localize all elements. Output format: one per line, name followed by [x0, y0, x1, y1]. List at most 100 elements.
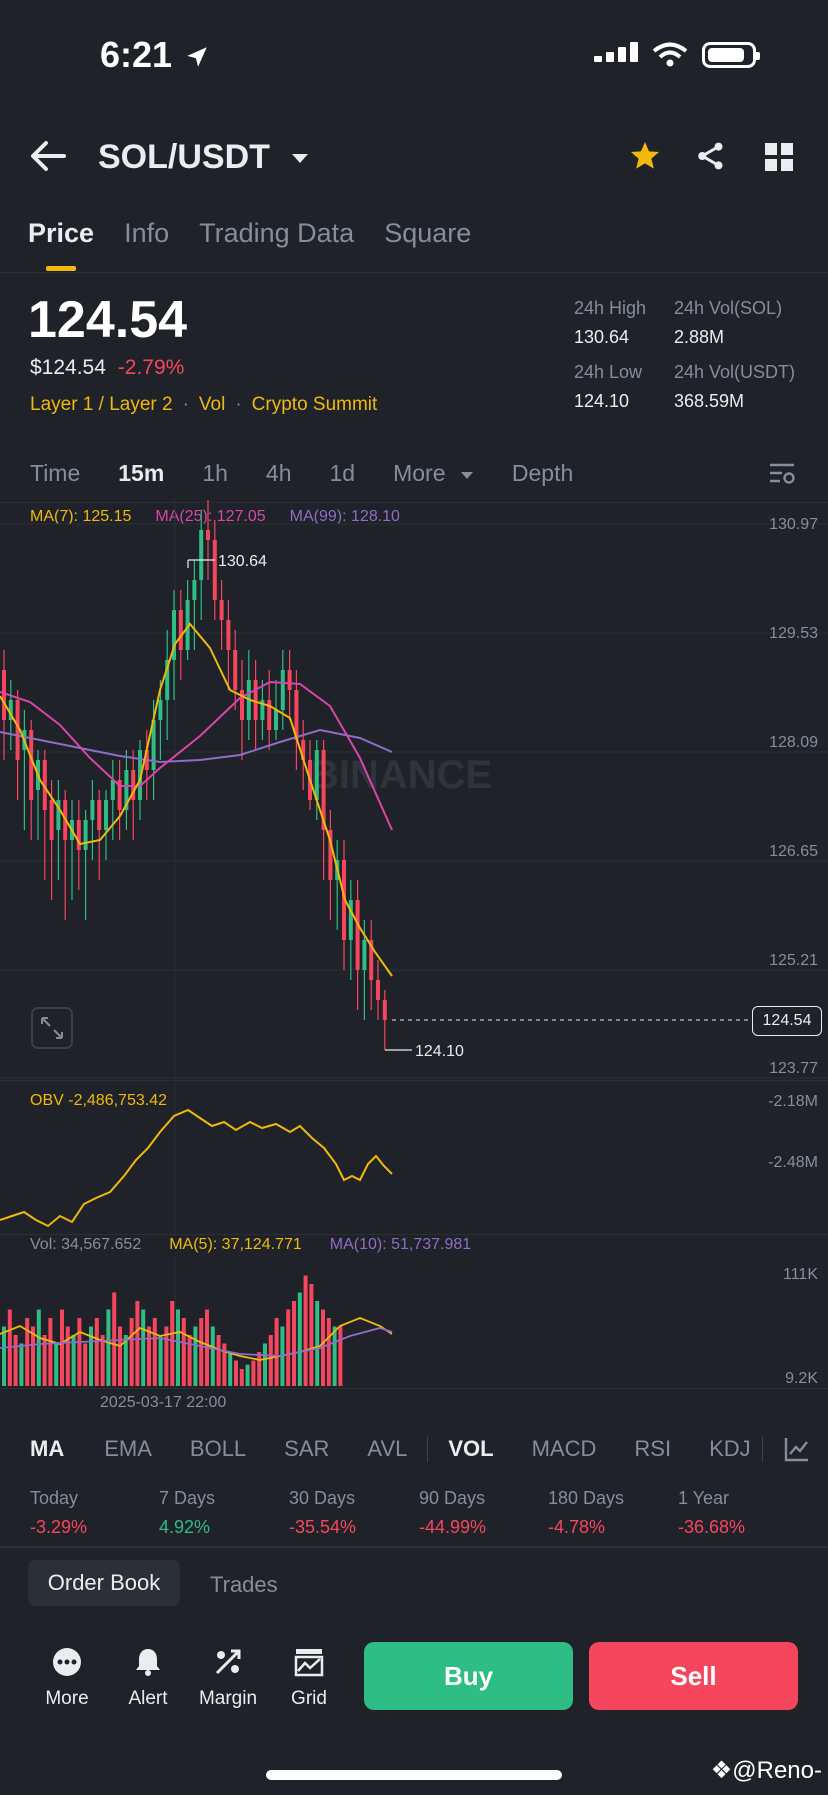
top-tabs: Price Info Trading Data Square	[28, 218, 471, 249]
nav-margin[interactable]: Margin	[193, 1642, 263, 1710]
vol-ma10: MA(10): 51,737.981	[329, 1236, 472, 1253]
pair-selector[interactable]: SOL/USDT	[98, 138, 309, 177]
price-change: -2.79%	[117, 356, 185, 379]
ind-boll[interactable]: BOLL	[190, 1436, 246, 1462]
ind-avl[interactable]: AVL	[367, 1436, 407, 1462]
volume-bars	[2, 1275, 343, 1386]
indicator-settings-icon[interactable]	[784, 1436, 810, 1462]
tab-info[interactable]: Info	[124, 218, 169, 249]
tf-4h[interactable]: 4h	[266, 460, 292, 487]
volume-bar	[332, 1326, 337, 1386]
status-time: 6:21	[100, 34, 210, 76]
candle-body	[233, 650, 238, 690]
candle-body	[376, 980, 380, 1000]
ind-ma[interactable]: MA	[30, 1436, 64, 1462]
current-price-tag: 124.54	[752, 1006, 822, 1036]
nav-more[interactable]: More	[32, 1642, 102, 1710]
candle-body	[314, 750, 319, 800]
expand-icon	[41, 1017, 63, 1039]
expand-chart-button	[31, 1007, 73, 1049]
tag-vol[interactable]: Vol	[199, 394, 225, 416]
candle-body	[192, 580, 197, 600]
obv-chart	[0, 1080, 393, 1234]
volume-bar	[187, 1335, 192, 1386]
tab-order-book[interactable]: Order Book	[28, 1560, 180, 1606]
tab-trading-data[interactable]: Trading Data	[199, 218, 354, 249]
grid-menu-icon[interactable]	[764, 142, 794, 172]
volume-bar	[2, 1326, 6, 1386]
signal-icon	[594, 42, 638, 62]
last-price: 124.54	[28, 291, 188, 349]
nav-alert[interactable]: Alert	[113, 1642, 183, 1710]
buy-button[interactable]: Buy	[364, 1642, 573, 1710]
ind-kdj[interactable]: KDJ	[709, 1436, 751, 1462]
volume-bar	[65, 1326, 70, 1386]
volume-bar	[303, 1275, 308, 1386]
divider	[0, 1388, 828, 1389]
candle-body	[287, 670, 292, 690]
volume-bar	[286, 1309, 291, 1386]
volume-bar	[245, 1364, 250, 1386]
wifi-icon	[652, 42, 688, 67]
vol-ma5: MA(5): 37,124.771	[169, 1236, 302, 1253]
tag-layer[interactable]: Layer 1 / Layer 2	[30, 394, 173, 416]
volume-bar	[210, 1326, 215, 1386]
candle-body	[76, 820, 81, 850]
favorite-star-icon[interactable]	[628, 140, 662, 172]
tf-more[interactable]: More	[393, 460, 474, 487]
volume-bar	[193, 1326, 198, 1386]
percent-icon	[215, 1649, 241, 1675]
chart-settings-icon[interactable]	[768, 462, 796, 486]
tab-square[interactable]: Square	[384, 218, 471, 249]
candle-body	[355, 900, 360, 970]
back-arrow-icon[interactable]	[30, 140, 66, 172]
tags: Layer 1 / Layer 2 · Vol · Crypto Summit	[30, 394, 378, 416]
divider	[0, 1546, 828, 1548]
tf-15m[interactable]: 15m	[118, 460, 164, 487]
separator	[762, 1436, 763, 1462]
volume-bar	[181, 1318, 186, 1386]
user-watermark: ❖@Reno-	[710, 1757, 822, 1784]
tf-depth[interactable]: Depth	[512, 460, 573, 487]
volume-bar	[94, 1318, 99, 1386]
volume-bar	[42, 1335, 47, 1386]
ind-rsi[interactable]: RSI	[634, 1436, 671, 1462]
volume-bar	[216, 1335, 221, 1386]
candlestick-chart[interactable]: BINANCE 130.64 124.10	[0, 500, 828, 1080]
stat-high: 24h High 130.64	[574, 298, 647, 347]
nav-grid[interactable]: Grid	[274, 1642, 344, 1710]
tab-price[interactable]: Price	[28, 218, 94, 249]
candle-body	[178, 610, 183, 650]
divider	[0, 272, 828, 273]
share-icon[interactable]	[696, 140, 726, 172]
candle-body	[110, 780, 115, 800]
candle-body	[280, 670, 285, 710]
ind-sar[interactable]: SAR	[284, 1436, 329, 1462]
tag-crypto-summit[interactable]: Crypto Summit	[252, 394, 378, 416]
grid-bot-icon	[294, 1649, 324, 1677]
diamond-logo-icon: ❖	[710, 1757, 733, 1784]
tf-1h[interactable]: 1h	[202, 460, 228, 487]
tab-trades[interactable]: Trades	[210, 1572, 278, 1598]
chevron-down-icon	[292, 154, 309, 164]
volume-bar	[112, 1292, 117, 1386]
price-axis-label: 123.77	[769, 1060, 818, 1077]
volume-bar	[263, 1343, 267, 1386]
volume-bar	[129, 1318, 134, 1386]
price-axis-label: 129.53	[769, 625, 818, 642]
ind-vol[interactable]: VOL	[448, 1436, 493, 1462]
perf-today: Today -3.29%	[30, 1488, 88, 1537]
volume-legend: Vol: 34,567.652 MA(5): 37,124.771 MA(10)…	[30, 1236, 471, 1254]
ind-ema[interactable]: EMA	[104, 1436, 152, 1462]
candle-body	[219, 600, 224, 620]
ind-macd[interactable]: MACD	[532, 1436, 597, 1462]
volume-bar	[199, 1318, 204, 1386]
volume-bar	[315, 1301, 320, 1386]
tf-1d[interactable]: 1d	[330, 460, 356, 487]
price-axis-label: 128.09	[769, 734, 818, 751]
fiat-price: $124.54	[30, 356, 106, 379]
volume-bar	[83, 1343, 88, 1386]
bell-icon	[136, 1649, 160, 1676]
tf-time[interactable]: Time	[30, 460, 80, 487]
sell-button[interactable]: Sell	[589, 1642, 798, 1710]
